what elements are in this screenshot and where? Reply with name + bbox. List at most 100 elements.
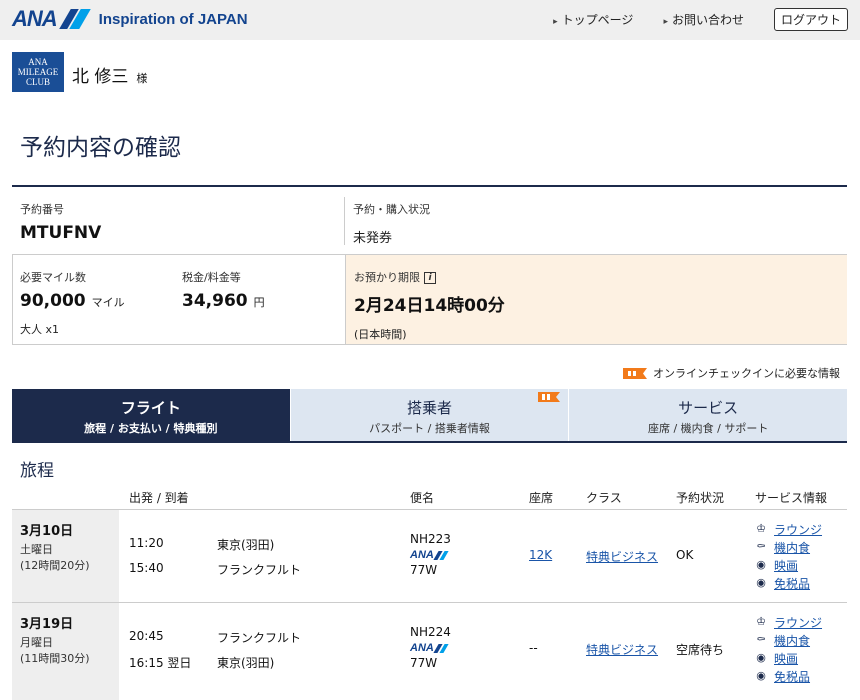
airline-name: ANA <box>410 549 434 561</box>
meal-link[interactable]: 機内食 <box>774 632 810 649</box>
badge-line-2: MILEAGE <box>17 67 59 77</box>
info-icon[interactable]: i <box>424 272 436 284</box>
arr-city: フランクフルト <box>217 563 302 577</box>
col-services: サービス情報 <box>755 491 828 505</box>
column-divider <box>344 197 345 245</box>
miles-label: 必要マイル数 <box>20 271 86 284</box>
top-header: ANA Inspiration of JAPAN トップページ お問い合わせ ロ… <box>0 0 860 40</box>
honorific: 様 <box>136 72 148 85</box>
lounge-link[interactable]: ラウンジ <box>774 521 822 538</box>
segment-date: 3月10日 土曜日 (12時間20分) <box>12 510 119 602</box>
tab-passenger-title: 搭乗者 <box>407 399 453 417</box>
segment-date: 3月19日 月曜日 (11時間30分) <box>12 603 119 700</box>
itinerary-title: 旅程 <box>20 461 54 481</box>
movie-icon: ◉ <box>756 558 766 571</box>
deadline-box: お預かり期限 i 2月24日14時00分 (日本時間) <box>345 255 847 344</box>
date-duration: (11時間30分) <box>20 652 90 665</box>
movie-link[interactable]: 映画 <box>774 650 798 667</box>
tax-unit: 円 <box>253 296 265 309</box>
status-value: 未発券 <box>353 231 393 246</box>
arr-time: 15:40 <box>129 561 164 575</box>
online-checkin-note[interactable]: オンラインチェックインに必要な情報 <box>623 365 840 381</box>
flight-number: NH224 <box>410 625 451 639</box>
booking-tabs: フライト 旅程 / お支払い / 特典種別 搭乗者 パスポート / 搭乗者情報 … <box>12 389 848 443</box>
status-cell: 予約・購入状況 未発券 <box>353 201 430 246</box>
movie-link[interactable]: 映画 <box>774 557 798 574</box>
col-class: クラス <box>586 491 622 505</box>
miles-unit: マイル <box>91 296 125 309</box>
duty-free-icon: ◉ <box>756 669 766 682</box>
lounge-link[interactable]: ラウンジ <box>774 614 822 631</box>
tab-passenger-sub: パスポート / 搭乗者情報 <box>369 422 490 435</box>
deadline-timezone: (日本時間) <box>354 328 407 341</box>
service-list: ♔ ラウンジ ⚰ 機内食 ◉ 映画 ◉ 免税品 <box>754 520 822 592</box>
booking-ref-cell: 予約番号 MTUFNV <box>20 201 101 243</box>
fare-class-link[interactable]: 特典ビジネス <box>586 548 658 565</box>
badge-line-3: CLUB <box>25 77 50 87</box>
col-status: 予約状況 <box>676 491 725 505</box>
tab-service-title: サービス <box>678 399 739 417</box>
movie-icon: ◉ <box>756 651 766 664</box>
meal-icon: ⚰ <box>756 540 766 553</box>
booking-status: OK <box>676 548 694 562</box>
col-seat: 座席 <box>529 491 554 505</box>
airline-name: ANA <box>410 642 434 654</box>
duty-free-link[interactable]: 免税品 <box>774 668 810 685</box>
member-name-block: 北 修三様 <box>72 62 147 87</box>
date-weekday: 月曜日 <box>20 636 53 649</box>
contact-link[interactable]: お問い合わせ <box>663 11 744 28</box>
checkin-tag-icon <box>623 367 647 379</box>
tab-passenger[interactable]: 搭乗者 パスポート / 搭乗者情報 <box>290 389 570 441</box>
airline-logo: ANA <box>410 640 449 654</box>
logo-stripes-icon <box>58 9 91 29</box>
dep-city: フランクフルト <box>217 631 302 645</box>
passenger-count: 大人 x1 <box>20 323 60 336</box>
duty-free-icon: ◉ <box>756 576 766 589</box>
tax-value: 34,960 <box>182 291 248 311</box>
arr-time: 16:15 翌日 <box>129 656 192 670</box>
fare-class-link[interactable]: 特典ビジネス <box>586 641 658 658</box>
tab-flight-title: フライト <box>120 399 181 417</box>
logout-button[interactable]: ログアウト <box>773 8 848 31</box>
booking-ref-label: 予約番号 <box>20 203 64 216</box>
tax-label: 税金/料金等 <box>182 271 241 284</box>
tab-service-sub: 座席 / 機内食 / サポート <box>647 422 769 435</box>
ana-logo[interactable]: ANA Inspiration of JAPAN <box>12 6 248 32</box>
tab-flight[interactable]: フライト 旅程 / お支払い / 特典種別 <box>12 389 291 441</box>
meal-link[interactable]: 機内食 <box>774 539 810 556</box>
top-links: トップページ お問い合わせ ログアウト <box>553 8 848 31</box>
service-list: ♔ ラウンジ ⚰ 機内食 ◉ 映画 ◉ 免税品 <box>754 613 822 685</box>
deadline-label: お預かり期限 <box>354 271 420 284</box>
booking-ref-value: MTUFNV <box>20 223 102 243</box>
top-page-link[interactable]: トップページ <box>553 11 634 28</box>
miles-cell: 必要マイル数 90,000 マイル 大人 x1 <box>20 269 125 337</box>
logo-tagline: Inspiration of JAPAN <box>98 10 248 28</box>
aircraft-type: 77W <box>410 656 438 670</box>
tab-service[interactable]: サービス 座席 / 機内食 / サポート <box>569 389 848 441</box>
table-row: 3月19日 月曜日 (11時間30分) 20:45 フランクフルト 16:15 … <box>12 602 847 700</box>
dep-time: 20:45 <box>129 629 164 643</box>
duty-free-link[interactable]: 免税品 <box>774 575 810 592</box>
member-name: 北 修三 <box>72 67 129 87</box>
deadline-cell: お預かり期限 i 2月24日14時00分 (日本時間) <box>354 269 505 342</box>
tax-cell: 税金/料金等 34,960 円 <box>182 269 265 311</box>
date-weekday: 土曜日 <box>20 543 53 556</box>
checkin-required-icon <box>538 391 561 402</box>
airline-logo: ANA <box>410 547 449 561</box>
seat-link[interactable]: 12K <box>529 548 552 562</box>
flight-number: NH223 <box>410 532 451 546</box>
checkin-note-text: オンラインチェックインに必要な情報 <box>653 367 840 380</box>
deadline-value: 2月24日14時00分 <box>354 296 505 316</box>
lounge-icon: ♔ <box>756 615 766 628</box>
payment-row: 必要マイル数 90,000 マイル 大人 x1 税金/料金等 34,960 円 お預… <box>12 255 847 345</box>
seat-value: -- <box>529 641 538 655</box>
booking-summary: 予約番号 MTUFNV 予約・購入状況 未発券 必要マイル数 90,000 マイル… <box>12 185 847 345</box>
logo-text: ANA <box>12 6 58 31</box>
booking-status: 空席待ち <box>676 643 725 657</box>
badge-line-1: ANA <box>28 57 48 67</box>
date-duration: (12時間20分) <box>20 559 90 572</box>
arr-city: 東京(羽田) <box>217 656 275 670</box>
date-main: 3月19日 <box>20 617 74 632</box>
dep-time: 11:20 <box>129 536 164 550</box>
tab-flight-sub: 旅程 / お支払い / 特典種別 <box>84 422 218 435</box>
